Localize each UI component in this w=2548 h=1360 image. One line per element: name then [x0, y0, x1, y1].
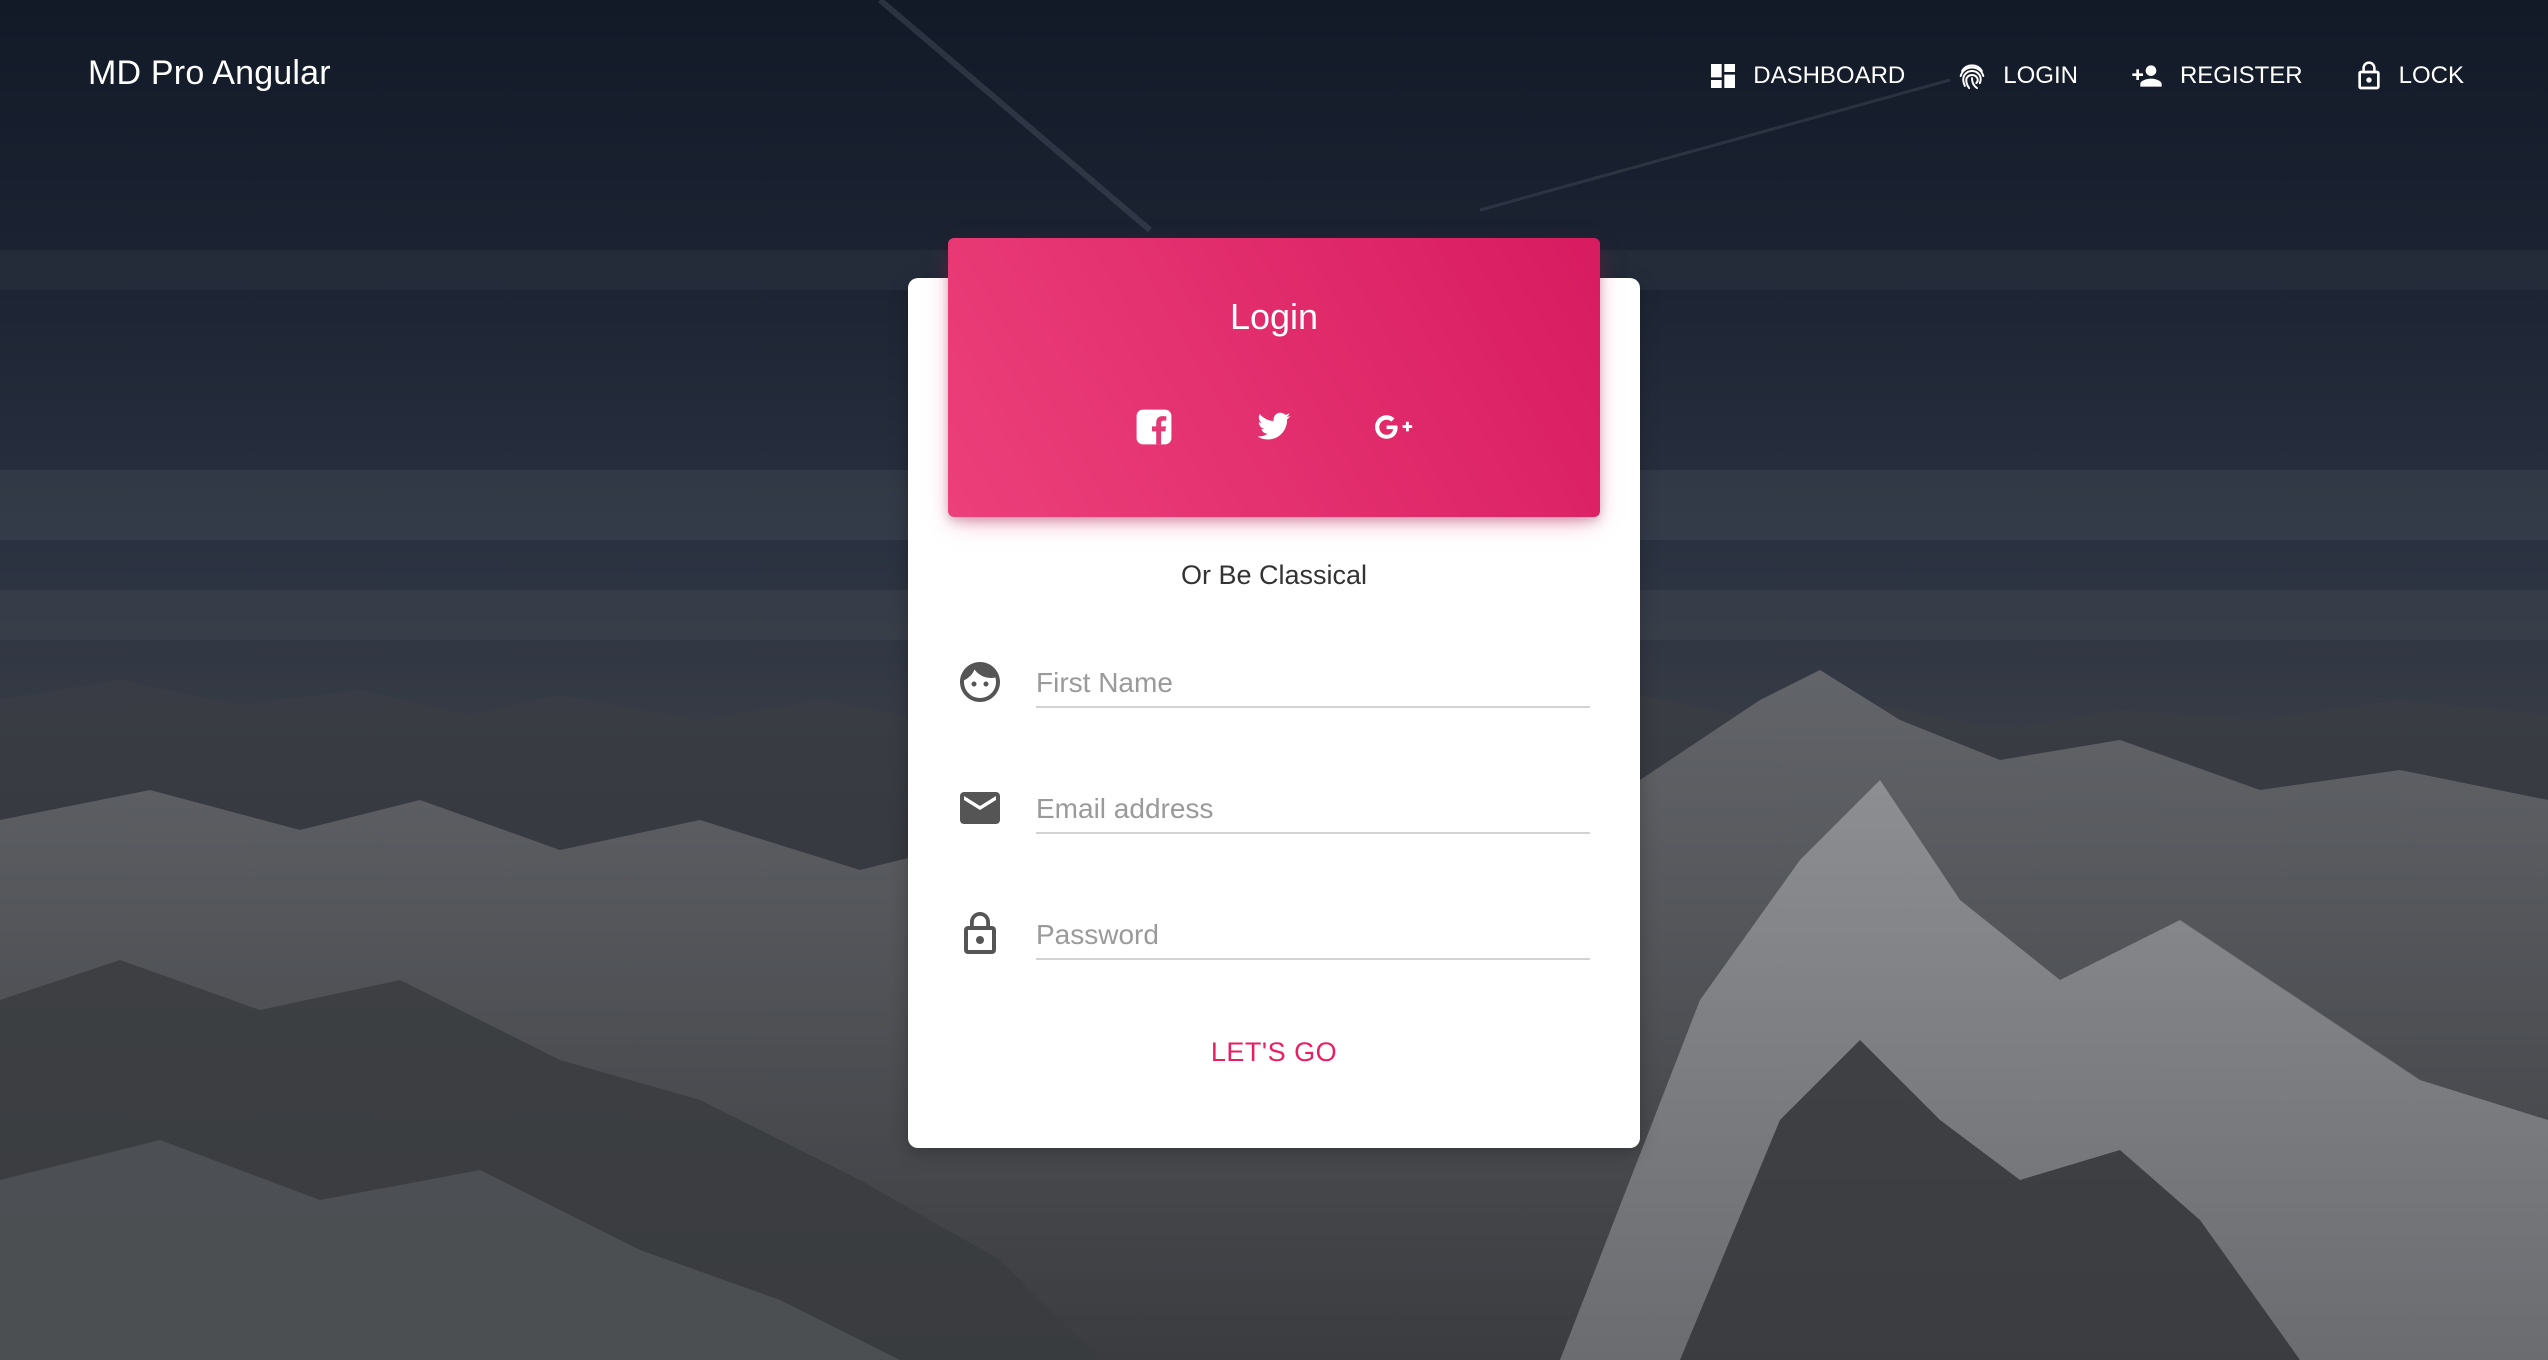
facebook-icon — [1136, 409, 1172, 445]
email-input[interactable] — [1036, 786, 1590, 834]
dashboard-icon — [1711, 64, 1736, 88]
email-icon — [960, 792, 1000, 824]
google-plus-button[interactable] — [1373, 406, 1415, 448]
password-input[interactable] — [1036, 912, 1590, 960]
nav-item-register[interactable]: REGISTER — [2128, 60, 2303, 92]
nav-item-dashboard[interactable]: DASHBOARD — [1707, 60, 1905, 92]
email-field — [956, 774, 1590, 844]
password-field — [956, 900, 1590, 970]
nav-item-label: DASHBOARD — [1753, 62, 1906, 89]
facebook-button[interactable] — [1133, 406, 1175, 448]
card-title: Login — [1229, 296, 1319, 337]
google-plus-icon — [1375, 415, 1413, 439]
nav-item-login[interactable]: LOGIN — [1955, 59, 2078, 93]
login-card-header: Login — [948, 238, 1600, 517]
brand-title[interactable]: MD Pro Angular — [88, 54, 331, 93]
twitter-button[interactable] — [1253, 406, 1295, 448]
twitter-icon — [1257, 412, 1291, 440]
nav-item-label: REGISTER — [2179, 62, 2303, 89]
face-icon — [960, 662, 1000, 702]
person-add-icon — [2132, 65, 2162, 87]
nav-item-label: LOCK — [2398, 62, 2464, 89]
first-name-field — [956, 648, 1590, 718]
first-name-input[interactable] — [1036, 660, 1590, 708]
nav-item-lock[interactable]: LOCK — [2353, 58, 2464, 94]
lock-outline-icon — [964, 912, 996, 954]
fingerprint-icon — [1959, 64, 1985, 90]
lets-go-button[interactable]: LET'S GO — [1164, 1030, 1384, 1074]
lock-open-icon — [2357, 61, 2380, 90]
social-buttons — [948, 406, 1600, 448]
top-nav: DASHBOARD LOGIN REGISTER LOCK — [1707, 58, 2464, 94]
nav-item-label: LOGIN — [2003, 62, 2078, 89]
divider-text: Or Be Classical — [1180, 560, 1368, 590]
